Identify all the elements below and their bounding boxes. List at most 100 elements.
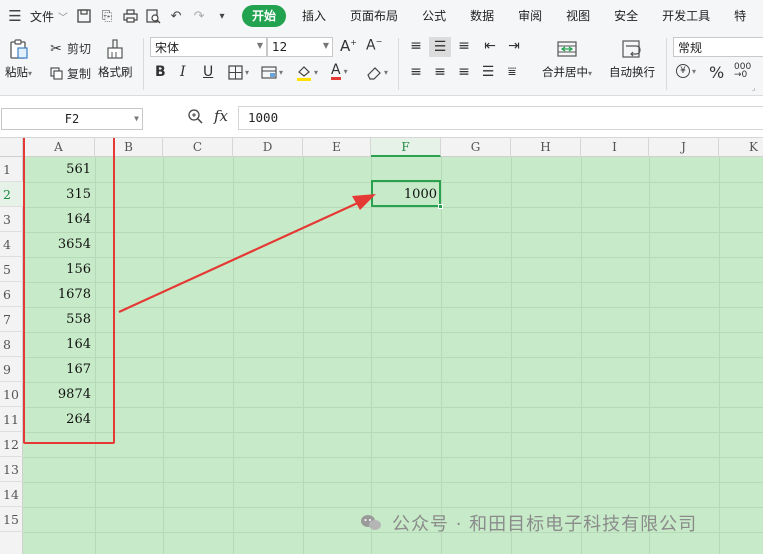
wrap-text-icon — [622, 40, 641, 58]
bold-button[interactable]: B — [155, 64, 166, 80]
font-size-value: 12 — [272, 40, 288, 54]
number-format-select[interactable]: 常规 — [673, 37, 763, 57]
cell-style-icon — [261, 66, 277, 79]
currency-icon: ¥ — [676, 64, 690, 78]
number-format-value: 常规 — [678, 40, 703, 55]
tab-formulas[interactable]: 公式 — [410, 5, 458, 27]
ribbon-tabs: 开始 插入 页面布局 公式 数据 审阅 视图 安全 开发工具 特 — [242, 5, 758, 27]
divider — [143, 38, 144, 90]
italic-button[interactable]: I — [180, 64, 186, 80]
formula-bar: F2 ▼ fx 1000 — [0, 96, 763, 138]
font-size-select[interactable]: 12 ▼ — [267, 37, 333, 57]
indent-increase-icon: ⇥ — [508, 38, 520, 54]
chevron-down-icon: ▼ — [256, 41, 263, 50]
tab-security[interactable]: 安全 — [602, 5, 650, 27]
watermark: 公众号 · 和田目标电子科技有限公司 — [360, 510, 697, 536]
file-menu[interactable]: 文件 — [30, 8, 54, 25]
tab-view[interactable]: 视图 — [554, 5, 602, 27]
insert-function-button[interactable]: fx — [214, 107, 228, 125]
copy-button[interactable]: 复制 — [48, 65, 91, 82]
zoom-icon[interactable] — [187, 108, 205, 126]
italic-label: I — [180, 64, 186, 80]
wrap-text-button[interactable]: 自动换行 — [609, 38, 655, 80]
borders-button[interactable]: ▾ — [228, 65, 249, 80]
save-icon[interactable] — [76, 8, 92, 24]
tab-data[interactable]: 数据 — [458, 5, 506, 27]
align-bottom-icon: ≡ — [458, 38, 470, 54]
tab-developer[interactable]: 开发工具 — [650, 5, 722, 27]
bold-label: B — [155, 64, 166, 80]
scissors-icon: ✂ — [50, 40, 62, 57]
align-top-button[interactable]: ≡ — [408, 38, 424, 54]
undo-icon[interactable]: ↶ — [168, 8, 184, 24]
menu-icon[interactable]: ☰ — [0, 7, 30, 25]
cut-label: 剪切 — [67, 42, 92, 56]
copy-icon — [48, 66, 64, 82]
decrease-font-button[interactable]: A− — [366, 37, 382, 54]
fill-color-button[interactable]: ▾ — [296, 64, 318, 81]
font-name-value: 宋体 — [155, 40, 180, 55]
wrap-text-label: 自动换行 — [609, 65, 655, 79]
percent-button[interactable]: % — [709, 63, 724, 82]
currency-button[interactable]: ¥ ▾ — [676, 64, 696, 78]
eraser-icon — [367, 67, 381, 80]
tab-page-layout[interactable]: 页面布局 — [338, 5, 410, 27]
format-painter-button[interactable]: 格式刷 — [98, 38, 133, 80]
name-box[interactable]: F2 ▼ — [1, 108, 143, 130]
watermark-text: 公众号 · 和田目标电子科技有限公司 — [392, 514, 698, 535]
distribute-button[interactable]: ⩸ — [504, 64, 520, 80]
divider — [666, 38, 667, 90]
spreadsheet-grid[interactable]: A B C D E F G H I J K 1 2 3 4 5 6 7 8 9 … — [0, 138, 763, 554]
formula-input[interactable]: 1000 — [238, 106, 763, 130]
redo-icon[interactable]: ↷ — [191, 8, 207, 24]
cut-button[interactable]: ✂ 剪切 — [48, 40, 91, 57]
align-right-button[interactable]: ≡ — [456, 64, 472, 80]
name-box-value: F2 — [64, 112, 80, 126]
thousands-button[interactable]: 000 →0 — [734, 63, 751, 80]
font-grow-icon: A+ — [340, 37, 357, 55]
align-bottom-button[interactable]: ≡ — [456, 38, 472, 54]
paint-bucket-icon — [297, 66, 311, 81]
tab-review[interactable]: 审阅 — [506, 5, 554, 27]
align-center-button[interactable]: ≡ — [432, 64, 448, 80]
justify-button[interactable]: ☰ — [480, 64, 496, 80]
align-center-icon: ≡ — [434, 64, 446, 80]
increase-font-button[interactable]: A+ — [340, 37, 357, 55]
align-middle-icon: ☰ — [433, 39, 447, 55]
cell-style-button[interactable]: ▾ — [261, 65, 283, 80]
distribute-icon: ⩸ — [507, 64, 517, 80]
print-preview-icon[interactable] — [145, 8, 161, 24]
align-right-icon: ≡ — [458, 64, 470, 80]
copy-label: 复制 — [67, 67, 92, 81]
chevron-down-icon: ▼ — [134, 114, 139, 123]
align-middle-button[interactable]: ☰ — [429, 37, 451, 57]
export-icon[interactable]: ⎘ — [99, 8, 115, 24]
decrease-indent-button[interactable]: ⇤ — [482, 38, 498, 54]
increase-indent-button[interactable]: ⇥ — [506, 38, 522, 54]
underline-button[interactable]: U — [203, 64, 213, 80]
customize-toolbar-icon[interactable]: ▾ — [214, 8, 230, 24]
chevron-down-icon[interactable]: ﹀ — [58, 9, 68, 24]
print-icon[interactable] — [122, 8, 138, 24]
quick-access-toolbar: ⎘ ↶ ↷ ▾ — [76, 8, 230, 24]
tab-home[interactable]: 开始 — [242, 5, 287, 27]
font-color-button[interactable]: A ▾ — [331, 63, 348, 80]
brush-icon — [107, 39, 123, 59]
underline-label: U — [203, 64, 214, 80]
paste-button[interactable]: 粘贴▾ — [5, 38, 32, 80]
tab-insert[interactable]: 插入 — [290, 5, 338, 27]
indent-decrease-icon: ⇤ — [484, 38, 496, 54]
ribbon-expand-icon[interactable]: ⌟ — [752, 84, 755, 92]
merge-center-button[interactable]: 合并居中▾ — [542, 38, 592, 80]
percent-label: % — [709, 63, 725, 82]
align-top-icon: ≡ — [410, 38, 422, 54]
merge-center-label: 合并居中 — [542, 65, 588, 79]
font-name-select[interactable]: 宋体 ▼ — [150, 37, 267, 57]
align-left-button[interactable]: ≡ — [408, 64, 424, 80]
font-color-icon: A — [331, 62, 341, 80]
justify-icon: ☰ — [481, 64, 495, 80]
ribbon: 粘贴▾ ✂ 剪切 复制 格式刷 宋体 ▼ 12 ▼ A+ A− B I U ▾ ▾ … — [0, 32, 763, 96]
tab-special[interactable]: 特 — [722, 5, 758, 27]
clear-button[interactable]: ▾ — [366, 65, 388, 80]
font-shrink-icon: A− — [366, 37, 383, 54]
